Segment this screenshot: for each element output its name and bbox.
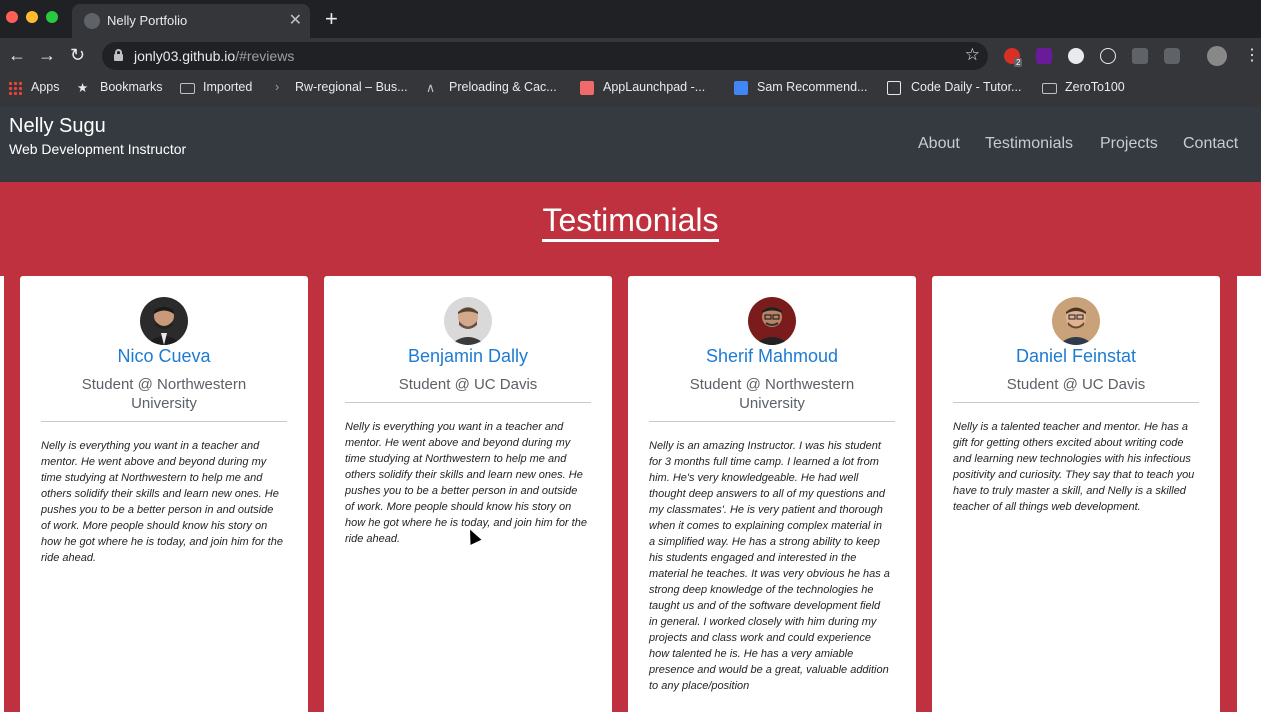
testimonial-name: Daniel Feinstat [1015, 346, 1137, 366]
chevron-icon: › [275, 80, 280, 94]
star-icon: ★ [77, 81, 89, 95]
close-window-button[interactable] [6, 11, 18, 23]
testimonial-quote: Nelly is everything you want in a teache… [345, 421, 587, 545]
site-header: Nelly Sugu Web Development Instructor Ab… [0, 107, 1261, 182]
testimonial-card: Daniel Feinstat Student @ UC Davis Nelly… [932, 276, 1220, 712]
avatar [140, 297, 188, 345]
avatar [748, 297, 796, 345]
browser-toolbar: ← → ↻ jonly03.github.io/#reviews ☆ 2 ⋮ [0, 38, 1261, 74]
divider [41, 421, 287, 422]
browser-tab[interactable]: Nelly Portfolio ✕ [72, 4, 310, 38]
close-tab-icon[interactable]: ✕ [289, 10, 302, 30]
brand-name[interactable]: Nelly Sugu [9, 115, 106, 138]
react-icon[interactable] [1100, 48, 1116, 64]
testimonials-heading: Testimonials [0, 202, 1261, 242]
bookmark-rw-regional[interactable]: Rw-regional – Bus... [295, 80, 408, 94]
nav-about[interactable]: About [918, 135, 960, 153]
testimonial-card-partial [0, 276, 4, 712]
bookmark-imported[interactable]: Imported [203, 80, 252, 94]
bookmark-code-daily[interactable]: Code Daily - Tutor... [911, 80, 1021, 94]
bookmarks-bar: Apps ★ Bookmarks Imported › Rw-regional … [0, 74, 1261, 102]
nav-testimonials[interactable]: Testimonials [985, 135, 1073, 153]
bookmark-zeroto100[interactable]: ZeroTo100 [1065, 80, 1125, 94]
testimonial-quote: Nelly is an amazing Instructor. I was hi… [649, 440, 890, 692]
testimonial-role: Student @ UC Davis [1006, 376, 1146, 393]
code-icon [887, 81, 901, 95]
reload-icon[interactable]: ↻ [70, 45, 85, 65]
testimonial-card: Nico Cueva Student @ Northwestern Univer… [20, 276, 308, 712]
browser-tab-bar: Nelly Portfolio ✕ + [0, 0, 1261, 38]
bookmark-sam-recommend[interactable]: Sam Recommend... [757, 80, 867, 94]
forward-arrow-icon[interactable]: → [38, 45, 56, 65]
bookmark-preloading[interactable]: Preloading & Cac... [449, 80, 557, 94]
tab-title: Nelly Portfolio [107, 13, 188, 28]
testimonial-card: Benjamin Dally Student @ UC Davis Nelly … [324, 276, 612, 712]
apps-grid-icon [8, 81, 22, 95]
avatar [444, 297, 492, 345]
brand-subtitle: Web Development Instructor [9, 141, 187, 157]
extension-icon[interactable] [1132, 48, 1148, 64]
url-text: jonly03.github.io/#reviews [134, 48, 295, 64]
bookmark-applaunchpad[interactable]: AppLaunchpad -... [603, 80, 705, 94]
globe-icon [84, 13, 100, 29]
divider [953, 402, 1199, 403]
extension-badge: 2 [1014, 58, 1023, 67]
avatar [1052, 297, 1100, 345]
new-tab-button[interactable]: + [325, 8, 338, 30]
nav-projects[interactable]: Projects [1100, 135, 1158, 153]
folder-icon [1042, 83, 1057, 94]
testimonial-name: Sherif Mahmoud [705, 346, 839, 366]
back-arrow-icon[interactable]: ← [8, 45, 26, 65]
testimonial-card: Sherif Mahmoud Student @ Northwestern Un… [628, 276, 916, 712]
testimonial-name: Benjamin Dally [407, 346, 529, 366]
extension-icon[interactable] [1068, 48, 1084, 64]
caret-icon: ∧ [426, 81, 436, 95]
extension-icon[interactable] [1164, 48, 1180, 64]
extension-icon[interactable] [1036, 48, 1052, 64]
bookmark-star-icon[interactable]: ☆ [965, 45, 980, 65]
address-bar[interactable]: jonly03.github.io/#reviews ☆ [102, 42, 988, 70]
profile-avatar[interactable] [1207, 46, 1227, 66]
testimonial-name: Nico Cueva [117, 346, 211, 366]
testimonial-card-partial [1237, 276, 1261, 712]
divider [649, 421, 895, 422]
minimize-window-button[interactable] [26, 11, 38, 23]
testimonial-role: Student @ UC Davis [398, 376, 538, 393]
section-title: Testimonials [542, 202, 719, 242]
menu-dots-icon[interactable]: ⋮ [1244, 45, 1260, 65]
bookmark-bookmarks[interactable]: Bookmarks [100, 80, 163, 94]
bookmark-apps[interactable]: Apps [31, 80, 60, 94]
docs-icon [734, 81, 748, 95]
divider [345, 402, 591, 403]
maximize-window-button[interactable] [46, 11, 58, 23]
nav-contact[interactable]: Contact [1183, 135, 1238, 153]
folder-icon [180, 83, 195, 94]
testimonial-role: Student @ Northwestern University [689, 376, 855, 412]
testimonial-role: Student @ Northwestern University [81, 376, 247, 412]
lock-icon [114, 49, 123, 61]
app-icon [580, 81, 594, 95]
testimonial-quote: Nelly is a talented teacher and mentor. … [953, 421, 1195, 513]
testimonial-quote: Nelly is everything you want in a teache… [41, 440, 283, 564]
